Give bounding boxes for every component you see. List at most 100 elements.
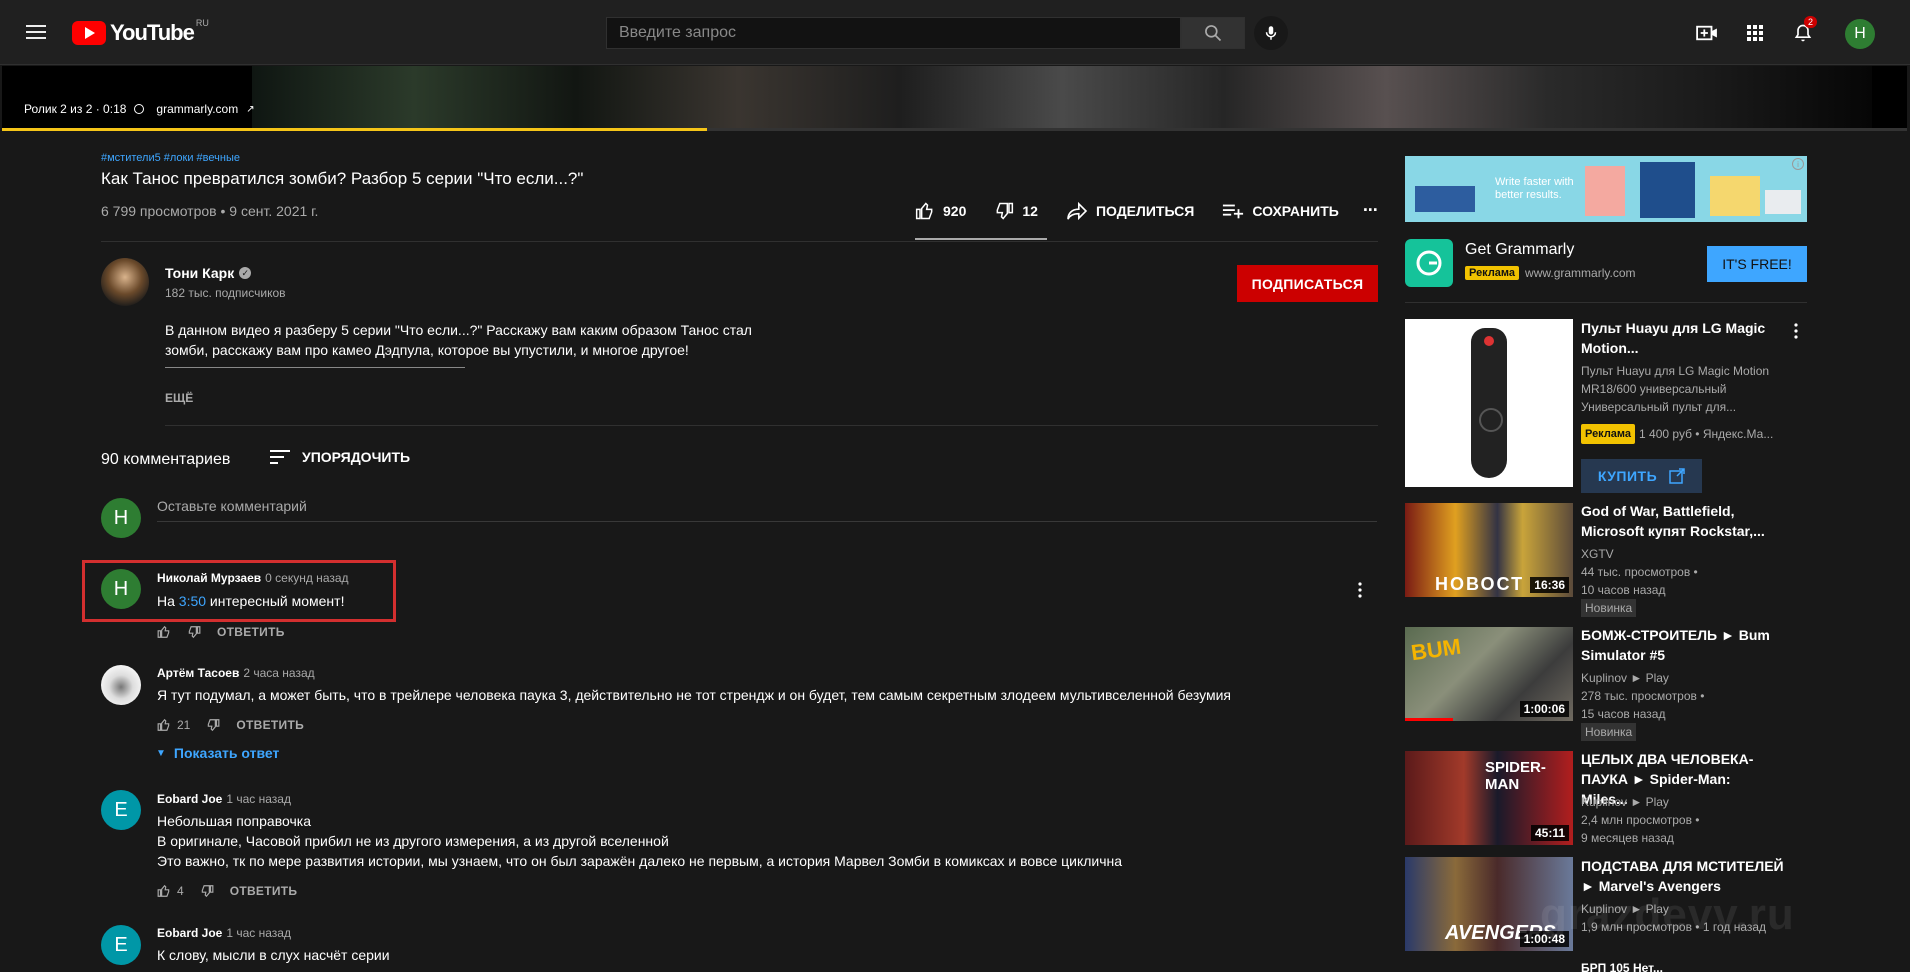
- comment-text-prefix: На: [157, 593, 179, 609]
- save-button[interactable]: СОХРАНИТЬ: [1222, 203, 1339, 219]
- like-ratio-bar: [915, 238, 1047, 240]
- video-hashtags[interactable]: #мстители5 #локи #вечные: [101, 152, 240, 164]
- add-comment-input[interactable]: Оставьте комментарий: [157, 498, 307, 514]
- channel-avatar[interactable]: [101, 258, 149, 306]
- ad-info-icon[interactable]: i: [1792, 158, 1804, 170]
- show-more-button[interactable]: ЕЩЁ: [165, 391, 193, 405]
- more-actions-button[interactable]: ···: [1363, 200, 1379, 221]
- video-title[interactable]: God of War, Battlefield, Microsoft купят…: [1581, 501, 1781, 541]
- video-duration: 1:00:06: [1519, 701, 1569, 717]
- video-duration: 16:36: [1530, 577, 1569, 593]
- description-separator: [165, 367, 465, 368]
- channel-name-row[interactable]: Тони Карк ✓: [165, 265, 252, 281]
- comment-dislike-button[interactable]: [200, 884, 214, 898]
- ad-link[interactable]: grammarly.com: [156, 102, 238, 116]
- ad-title[interactable]: Get Grammarly: [1465, 241, 1574, 259]
- description-line: зомби, расскажу вам про камео Дэдпула, к…: [165, 342, 689, 358]
- subscribe-button[interactable]: ПОДПИСАТЬСЯ: [1237, 265, 1378, 302]
- external-link-icon[interactable]: ↗: [246, 104, 254, 115]
- video-meta: Kuplinov ► Play 2,4 млн просмотров • 9 м…: [1581, 793, 1700, 847]
- show-replies-button[interactable]: ▼ Показать ответ: [156, 745, 279, 761]
- masthead: YouTube RU 2 Н: [0, 0, 1910, 65]
- product-title[interactable]: Пульт Huayu для LG Magic Motion...: [1581, 318, 1771, 358]
- comment-menu-button[interactable]: [1358, 582, 1364, 603]
- share-button[interactable]: ПОДЕЛИТЬСЯ: [1066, 201, 1194, 220]
- comment-author[interactable]: Николай Мурзаев: [157, 571, 261, 585]
- banner-illustration: [1765, 190, 1801, 214]
- search-box: [606, 17, 1181, 49]
- search-input[interactable]: [607, 18, 1180, 48]
- buy-button[interactable]: КУПИТЬ: [1581, 459, 1702, 493]
- reply-button[interactable]: ОТВЕТИТЬ: [230, 884, 298, 898]
- comment-dislike-button[interactable]: [187, 625, 201, 639]
- channel-name[interactable]: Тони Карк: [165, 265, 234, 281]
- video-title[interactable]: БРП 105 Нет...: [1581, 958, 1791, 972]
- create-video-button[interactable]: [1694, 20, 1720, 46]
- sort-button[interactable]: УПОРЯДОЧИТЬ: [270, 449, 410, 465]
- comment-author[interactable]: Eobard Joe: [157, 926, 222, 940]
- video-title[interactable]: БОМЖ-СТРОИТЕЛЬ ► Bum Simulator #5: [1581, 625, 1781, 665]
- search-button[interactable]: [1181, 17, 1245, 49]
- comment-avatar[interactable]: Н: [101, 569, 141, 609]
- notifications-button[interactable]: 2: [1790, 16, 1818, 46]
- comment-avatar[interactable]: [101, 665, 141, 705]
- comment-text: Небольшая поправочка В оригинале, Часово…: [157, 811, 1122, 871]
- comment-author[interactable]: Eobard Joe: [157, 792, 222, 806]
- video-channel[interactable]: Kuplinov ► Play: [1581, 793, 1700, 811]
- video-views: 278 тыс. просмотров •: [1581, 689, 1705, 703]
- comment-time[interactable]: 2 часа назад: [243, 666, 314, 680]
- comment-actions: 21 ОТВЕТИТЬ: [157, 718, 304, 732]
- comment-avatar[interactable]: E: [101, 790, 141, 830]
- ad-domain: www.grammarly.com: [1525, 266, 1636, 280]
- comment-like-button[interactable]: 4: [157, 884, 184, 898]
- video-player[interactable]: Ролик 2 из 2 · 0:18 grammarly.com ↗: [2, 66, 1907, 131]
- banner-illustration: [1415, 186, 1475, 212]
- microphone-icon: [1265, 26, 1277, 40]
- info-icon[interactable]: [134, 104, 145, 114]
- more-vertical-icon: [1794, 323, 1798, 339]
- progress-bar[interactable]: [2, 128, 1907, 131]
- comment-like-count: 4: [177, 884, 184, 898]
- comment-like-button[interactable]: 21: [157, 718, 190, 732]
- ad-cta-button[interactable]: IT'S FREE!: [1707, 246, 1807, 282]
- video-thumbnail[interactable]: BUM 1:00:06: [1405, 627, 1573, 721]
- video-channel[interactable]: Kuplinov ► Play: [1581, 669, 1704, 687]
- comment-time[interactable]: 1 час назад: [226, 926, 291, 940]
- share-icon: [1067, 201, 1088, 220]
- ad-position-label: Ролик 2 из 2 · 0:18: [24, 102, 127, 116]
- comment-time[interactable]: 0 секунд назад: [265, 571, 348, 585]
- timestamp-link[interactable]: 3:50: [179, 593, 206, 609]
- comment-avatar[interactable]: E: [101, 925, 141, 965]
- reply-button[interactable]: ОТВЕТИТЬ: [217, 625, 285, 639]
- comment-author-row: Eobard Joe 1 час назад: [157, 926, 291, 940]
- logo-text: YouTube: [110, 20, 195, 45]
- voice-search-button[interactable]: [1254, 16, 1288, 50]
- grammarly-g-icon: [1416, 250, 1442, 276]
- apps-button[interactable]: [1742, 20, 1768, 46]
- reply-button[interactable]: ОТВЕТИТЬ: [236, 718, 304, 732]
- product-menu-button[interactable]: [1794, 323, 1800, 344]
- like-button[interactable]: 920: [915, 201, 966, 221]
- comment-like-button[interactable]: [157, 625, 171, 639]
- video-thumbnail[interactable]: SPIDER-MAN 45:11: [1405, 751, 1573, 845]
- account-avatar[interactable]: Н: [1845, 19, 1875, 49]
- video-actions: 920 12 ПОДЕЛИТЬСЯ СОХРАНИТЬ ···: [915, 200, 1379, 221]
- buy-label: КУПИТЬ: [1597, 468, 1658, 484]
- user-avatar: Н: [101, 498, 141, 538]
- ad-badge: Реклама: [1581, 424, 1636, 444]
- dislike-button[interactable]: 12: [994, 201, 1038, 221]
- grammarly-logo[interactable]: [1405, 239, 1453, 287]
- remote-control-image: [1471, 328, 1507, 478]
- banner-illustration: [1640, 162, 1695, 218]
- video-channel[interactable]: XGTV: [1581, 545, 1698, 563]
- comment-time[interactable]: 1 час назад: [226, 792, 291, 806]
- comment-dislike-button[interactable]: [206, 718, 220, 732]
- ad-banner-image[interactable]: Write faster with better results.: [1405, 156, 1807, 222]
- youtube-logo[interactable]: YouTube RU: [72, 18, 209, 46]
- comment-author[interactable]: Артём Тасоев: [157, 666, 239, 680]
- product-thumbnail[interactable]: [1405, 319, 1573, 487]
- video-views: 2,4 млн просмотров •: [1581, 813, 1700, 827]
- ad-overlay: Ролик 2 из 2 · 0:18 grammarly.com ↗: [24, 102, 255, 116]
- menu-icon[interactable]: [26, 21, 50, 45]
- video-thumbnail[interactable]: НОВОСТ 16:36: [1405, 503, 1573, 597]
